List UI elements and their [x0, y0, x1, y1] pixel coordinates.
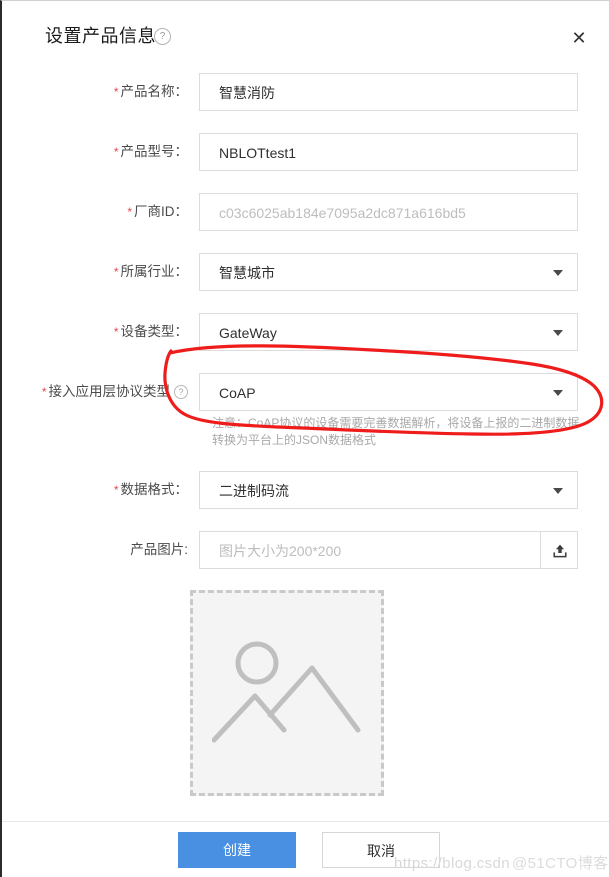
- product-model-input[interactable]: NBLOTtest1: [199, 133, 578, 171]
- chevron-down-icon: [553, 270, 563, 276]
- label-protocol-type: * 接入应用层协议类型?: [2, 373, 188, 411]
- protocol-type-value: CoAP: [219, 385, 256, 401]
- chevron-down-icon: [553, 488, 563, 494]
- data-format-value: 二进制码流: [219, 483, 289, 499]
- manufacturer-id-placeholder: c03c6025ab184e7095a2dc871a616bd5: [219, 205, 466, 221]
- required-star: *: [113, 85, 119, 99]
- form-row-data-format: * 数据格式： 二进制码流: [2, 471, 609, 509]
- label-device-type: * 设备类型：: [113, 324, 188, 339]
- chevron-down-icon: [553, 390, 563, 396]
- dialog-header: 设置产品信息 ? ✕: [2, 1, 609, 63]
- image-placeholder-icon[interactable]: [190, 590, 384, 796]
- industry-select[interactable]: 智慧城市: [199, 253, 578, 291]
- product-name-input[interactable]: 智慧消防: [199, 73, 578, 111]
- help-circle-icon[interactable]: ?: [174, 385, 188, 399]
- label-product-name: * 产品名称：: [113, 84, 188, 99]
- device-type-select[interactable]: GateWay: [199, 313, 578, 351]
- device-type-value: GateWay: [219, 325, 277, 341]
- label-manufacturer-id: * 厂商ID：: [127, 204, 188, 219]
- label-product-image: 产品图片:: [130, 542, 188, 557]
- page-title: 设置产品信息: [45, 26, 156, 46]
- form-row-product-model: * 产品型号： NBLOTtest1: [2, 133, 609, 171]
- watermark-url: https://blog.csdn: [394, 855, 511, 872]
- required-star: *: [127, 205, 132, 219]
- watermark-brand: @51CTO博客: [512, 855, 609, 872]
- create-button[interactable]: 创建: [178, 832, 296, 868]
- product-image-input[interactable]: 图片大小为200*200: [199, 531, 578, 569]
- form-row-device-type: * 设备类型： GateWay: [2, 313, 609, 351]
- upload-icon[interactable]: [540, 531, 578, 569]
- label-product-model: * 产品型号：: [113, 144, 188, 159]
- form-row-product-name: * 产品名称： 智慧消防: [2, 73, 609, 111]
- product-name-value: 智慧消防: [219, 85, 275, 101]
- product-info-dialog: 设置产品信息 ? ✕ * 产品名称： 智慧消防 * 产品型号： NBLOTtest1…: [0, 0, 609, 877]
- footer-divider: [2, 821, 609, 822]
- required-star: *: [113, 325, 119, 339]
- chevron-down-icon: [553, 330, 563, 336]
- required-star: *: [41, 385, 47, 399]
- form-row-manufacturer-id: * 厂商ID： c03c6025ab184e7095a2dc871a616bd5: [2, 193, 609, 231]
- data-format-select[interactable]: 二进制码流: [199, 471, 578, 509]
- form-row-industry: * 所属行业： 智慧城市: [2, 253, 609, 291]
- help-circle-icon[interactable]: ?: [154, 28, 171, 45]
- required-star: *: [113, 265, 119, 279]
- product-model-value: NBLOTtest1: [219, 145, 297, 161]
- manufacturer-id-input[interactable]: c03c6025ab184e7095a2dc871a616bd5: [199, 193, 578, 231]
- form-row-product-image: 产品图片: 图片大小为200*200: [2, 531, 609, 569]
- protocol-type-select[interactable]: CoAP: [199, 373, 578, 411]
- product-image-placeholder: 图片大小为200*200: [219, 543, 342, 559]
- label-industry: * 所属行业：: [113, 264, 188, 279]
- close-icon[interactable]: ✕: [569, 28, 589, 48]
- protocol-hint-text: 注意：CoAP协议的设备需要完善数据解析，将设备上报的二进制数据转换为平台上的J…: [212, 416, 580, 447]
- industry-value: 智慧城市: [219, 265, 275, 281]
- form-row-protocol-type: * 接入应用层协议类型? CoAP: [2, 373, 609, 411]
- label-data-format: * 数据格式：: [113, 482, 188, 497]
- watermark: https://blog.csdn @51CTO博客: [394, 852, 609, 873]
- required-star: *: [113, 483, 119, 497]
- required-star: *: [113, 145, 119, 159]
